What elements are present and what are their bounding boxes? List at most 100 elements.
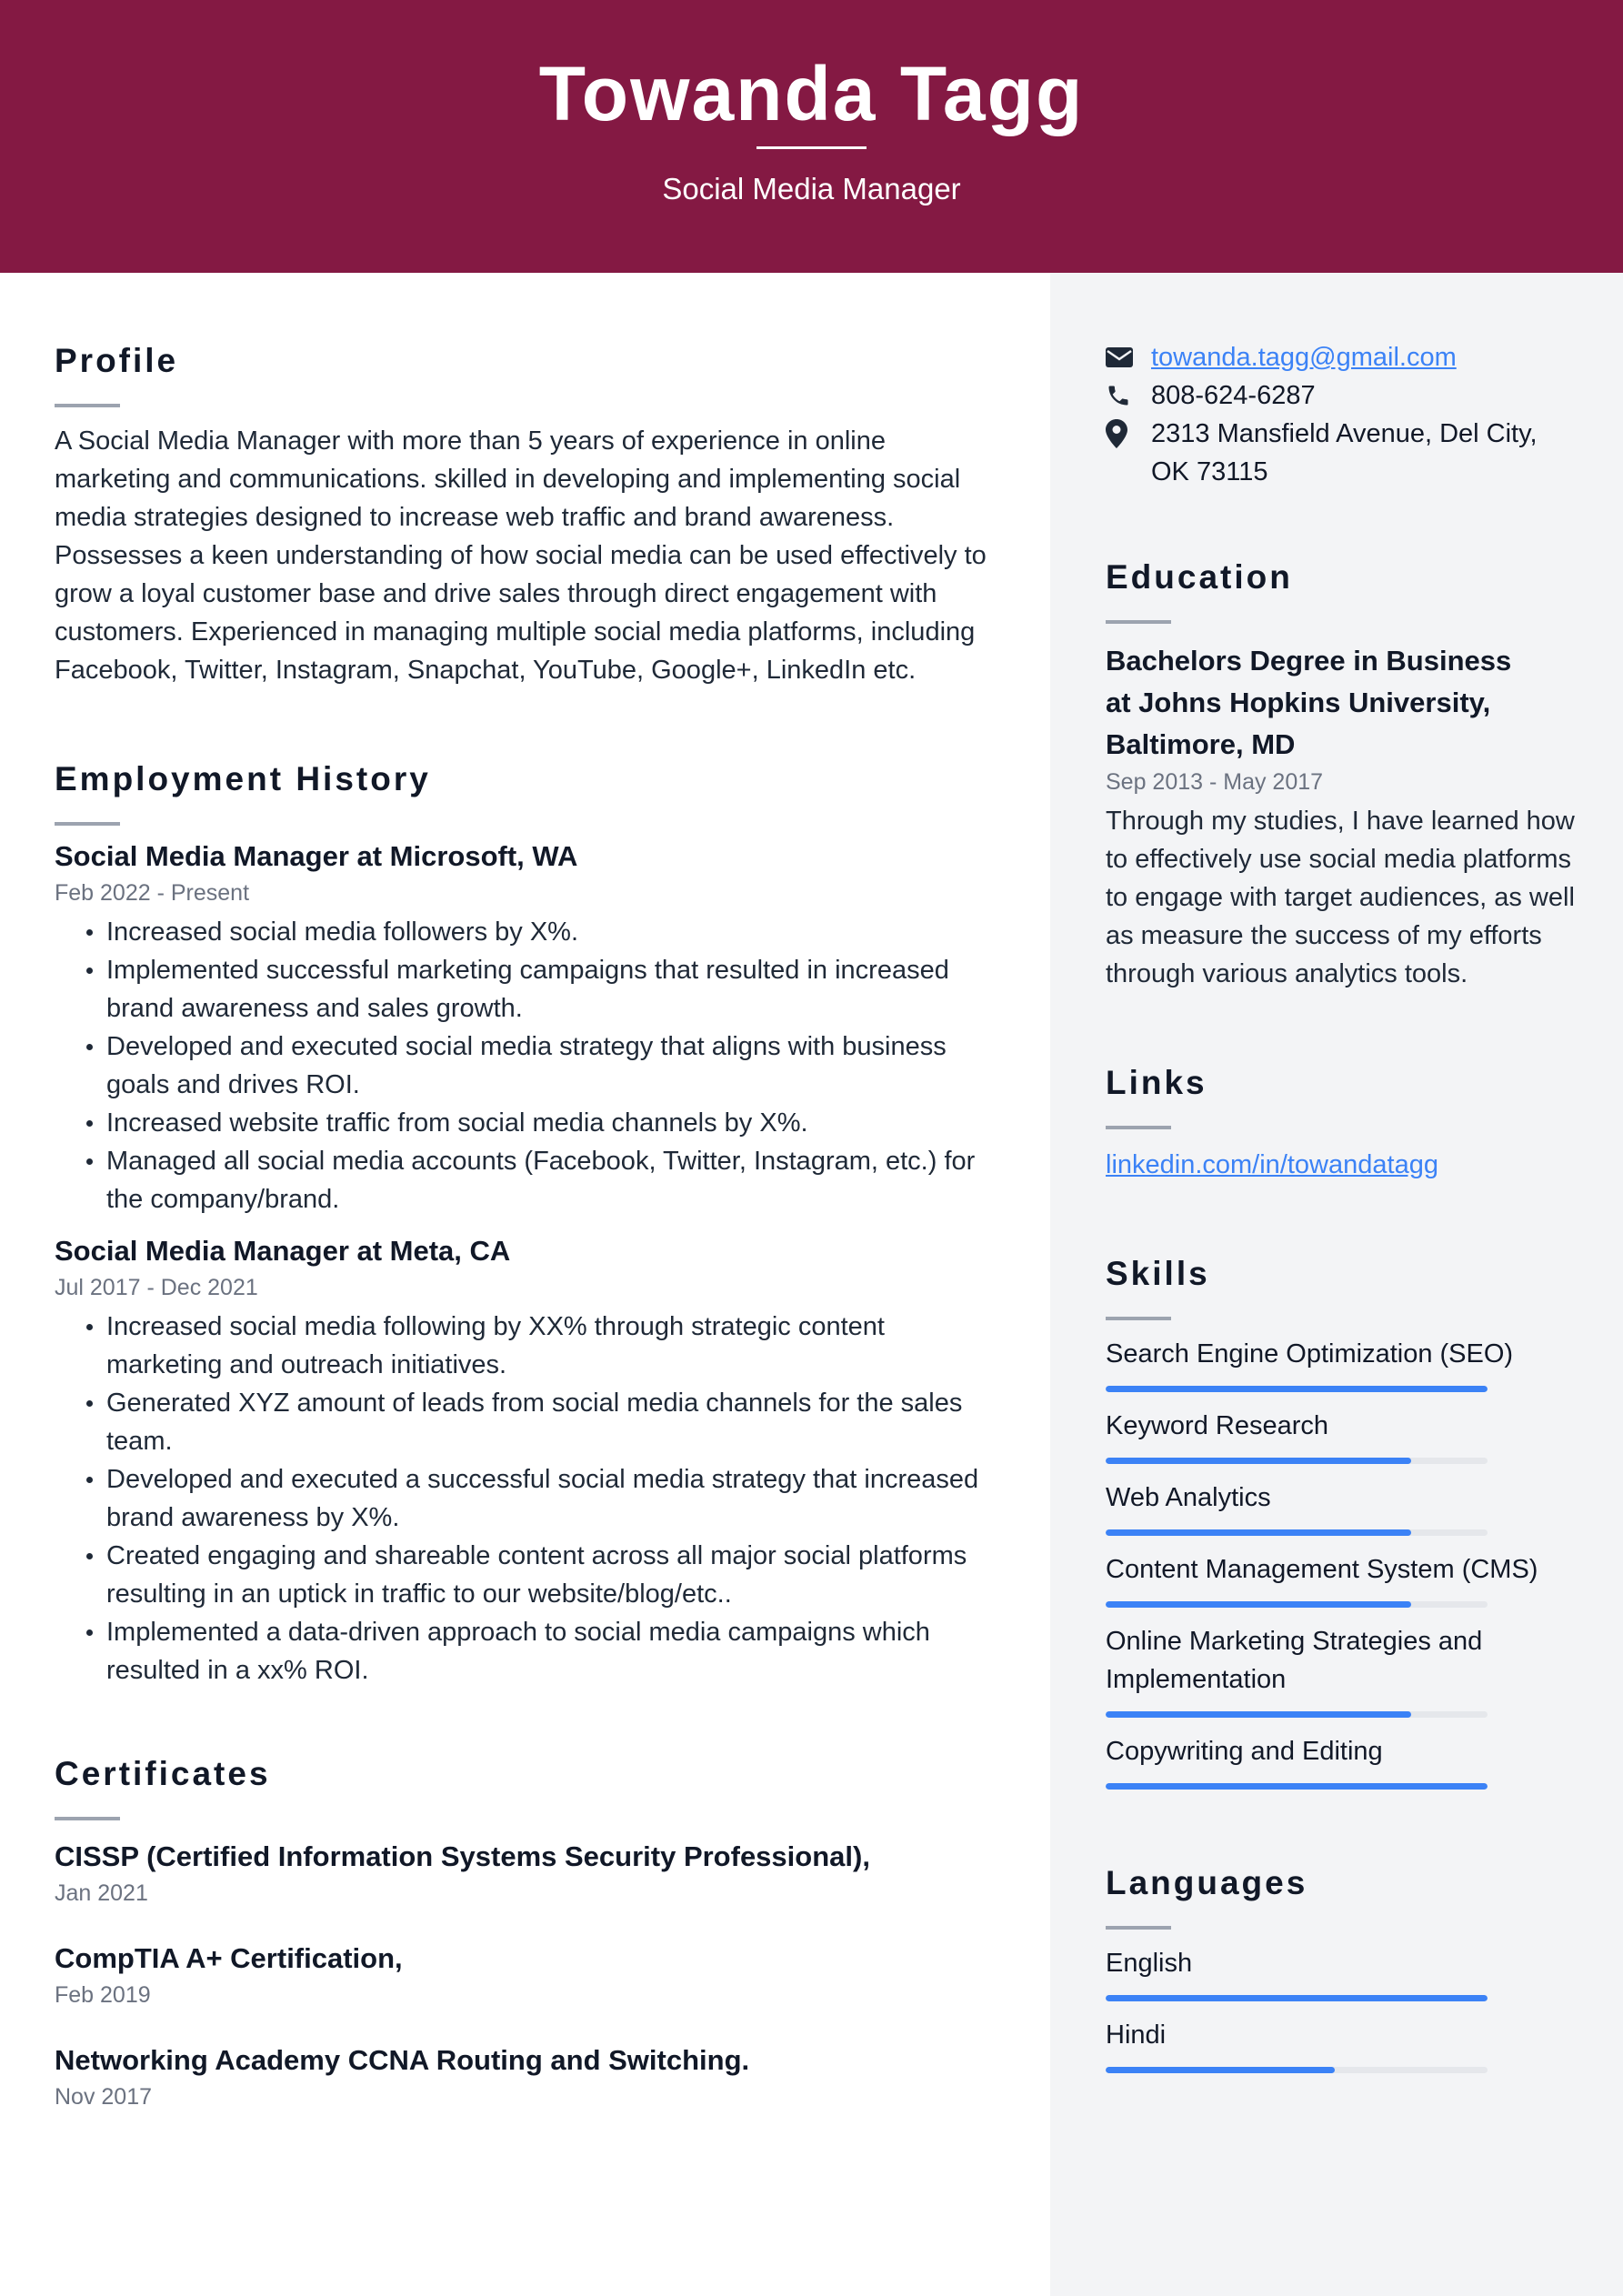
- certificate-date: Feb 2019: [55, 1982, 151, 2008]
- bullet-item: Created engaging and shareable content a…: [55, 1537, 991, 1613]
- education-dates: Sep 2013 - May 2017: [1106, 769, 1324, 795]
- level-fill: [1106, 1601, 1411, 1608]
- job-bullets: Increased social media followers by X%. I…: [55, 913, 991, 1218]
- section-heading: Certificates: [55, 1755, 271, 1792]
- certificate-entry: CISSP (Certified Information Systems Sec…: [55, 1837, 991, 1910]
- job-bullets: Increased social media following by XX% …: [55, 1308, 991, 1689]
- candidate-title: Social Media Manager: [662, 172, 961, 206]
- skill-label: Copywriting and Editing: [1106, 1737, 1383, 1766]
- heading-rule: [1106, 620, 1171, 624]
- skill-item: Web Analytics: [1106, 1479, 1578, 1536]
- certificates-section: Certificates CISSP (Certified Informatio…: [55, 1751, 991, 2113]
- skill-level-bar: [1106, 1711, 1488, 1718]
- envelope-icon: [1106, 338, 1151, 376]
- certificate-entry: CompTIA A+ Certification, Feb 2019: [55, 1939, 991, 2011]
- level-fill: [1106, 1711, 1411, 1718]
- section-heading: Education: [1106, 558, 1293, 596]
- language-label: Hindi: [1106, 2020, 1167, 2050]
- bullet-item: Developed and executed a successful soci…: [55, 1460, 991, 1537]
- language-level-bar: [1106, 2067, 1488, 2073]
- bullet-item: Generated XYZ amount of leads from socia…: [55, 1384, 991, 1460]
- skill-level-bar: [1106, 1386, 1488, 1392]
- section-heading: Profile: [55, 342, 179, 379]
- skill-label: Keyword Research: [1106, 1411, 1328, 1440]
- contact-address: 2313 Mansfield Avenue, Del City, OK 7311…: [1106, 415, 1578, 491]
- skill-item: Online Marketing Strategies and Implemen…: [1106, 1622, 1578, 1718]
- education-description: Through my studies, I have learned how t…: [1106, 807, 1575, 988]
- section-heading: Links: [1106, 1064, 1207, 1101]
- level-fill: [1106, 2067, 1335, 2073]
- language-list: English Hindi: [1106, 1944, 1578, 2073]
- languages-section: Languages English Hindi: [1106, 1860, 1578, 2073]
- certificate-title: CompTIA A+ Certification,: [55, 1942, 403, 1974]
- phone-number: 808-624-6287: [1151, 381, 1316, 410]
- level-fill: [1106, 1783, 1488, 1790]
- heading-rule: [1106, 1926, 1171, 1930]
- certificate-date: Nov 2017: [55, 2084, 153, 2110]
- heading-rule: [1106, 1317, 1171, 1320]
- certificate-title: CISSP (Certified Information Systems Sec…: [55, 1840, 870, 1872]
- language-item: Hindi: [1106, 2016, 1578, 2073]
- job-dates: Jul 2017 - Dec 2021: [55, 1275, 258, 1300]
- certificate-list: CISSP (Certified Information Systems Sec…: [55, 1837, 991, 2113]
- candidate-name: Towanda Tagg: [538, 51, 1085, 136]
- heading-rule: [55, 404, 120, 407]
- skill-level-bar: [1106, 1529, 1488, 1536]
- skill-level-bar: [1106, 1458, 1488, 1464]
- phone-icon: [1106, 376, 1151, 415]
- certificate-title: Networking Academy CCNA Routing and Swit…: [55, 2044, 750, 2076]
- contact-block: towanda.tagg@gmail.com 808-624-6287 2313…: [1106, 338, 1578, 491]
- employment-section: Employment History Social Media Manager …: [55, 757, 991, 1689]
- job-dates: Feb 2022 - Present: [55, 880, 250, 906]
- skill-item: Copywriting and Editing: [1106, 1732, 1578, 1790]
- address-text: 2313 Mansfield Avenue, Del City, OK 7311…: [1151, 419, 1538, 486]
- education-section: Education Bachelors Degree in Business a…: [1106, 555, 1578, 993]
- level-fill: [1106, 1529, 1411, 1536]
- skill-label: Search Engine Optimization (SEO): [1106, 1339, 1514, 1369]
- heading-rule: [55, 822, 120, 826]
- bullet-item: Increased social media following by XX% …: [55, 1308, 991, 1384]
- language-item: English: [1106, 1944, 1578, 2001]
- skill-label: Web Analytics: [1106, 1483, 1271, 1512]
- links-section: Links linkedin.com/in/towandatagg: [1106, 1060, 1578, 1184]
- bullet-item: Implemented successful marketing campaig…: [55, 951, 991, 1028]
- level-fill: [1106, 1995, 1488, 2001]
- sidebar: towanda.tagg@gmail.com 808-624-6287 2313…: [1106, 273, 1578, 2073]
- email-link[interactable]: towanda.tagg@gmail.com: [1151, 338, 1457, 376]
- bullet-item: Developed and executed social media stra…: [55, 1028, 991, 1104]
- profile-section: Profile A Social Media Manager with more…: [55, 338, 991, 689]
- bullet-item: Managed all social media accounts (Faceb…: [55, 1142, 991, 1218]
- skill-item: Keyword Research: [1106, 1407, 1578, 1464]
- skill-level-bar: [1106, 1783, 1488, 1790]
- level-fill: [1106, 1386, 1488, 1392]
- language-label: English: [1106, 1949, 1193, 1978]
- bullet-item: Increased website traffic from social me…: [55, 1104, 991, 1142]
- bullet-item: Implemented a data-driven approach to so…: [55, 1613, 991, 1689]
- skills-section: Skills Search Engine Optimization (SEO) K…: [1106, 1251, 1578, 1790]
- map-pin-icon: [1106, 415, 1151, 453]
- heading-rule: [1106, 1126, 1171, 1129]
- job-title: Social Media Manager at Microsoft, WA: [55, 840, 578, 872]
- job-list: Social Media Manager at Microsoft, WA Feb…: [55, 837, 991, 1689]
- section-heading: Languages: [1106, 1864, 1308, 1901]
- linkedin-link[interactable]: linkedin.com/in/towandatagg: [1106, 1150, 1438, 1179]
- section-heading: Skills: [1106, 1255, 1210, 1292]
- certificate-date: Jan 2021: [55, 1880, 148, 1906]
- header-divider: [756, 146, 867, 149]
- level-fill: [1106, 1458, 1411, 1464]
- degree-title: Bachelors Degree in Business at Johns Ho…: [1106, 645, 1512, 760]
- language-level-bar: [1106, 1995, 1488, 2001]
- skill-label: Online Marketing Strategies and Implemen…: [1106, 1627, 1483, 1694]
- skill-list: Search Engine Optimization (SEO) Keyword …: [1106, 1335, 1578, 1790]
- skill-item: Content Management System (CMS): [1106, 1550, 1578, 1608]
- contact-email: towanda.tagg@gmail.com: [1106, 338, 1578, 376]
- heading-rule: [55, 1817, 120, 1820]
- job-entry: Social Media Manager at Meta, CA Jul 2017…: [55, 1231, 991, 1689]
- contact-phone: 808-624-6287: [1106, 376, 1578, 415]
- job-entry: Social Media Manager at Microsoft, WA Feb…: [55, 837, 991, 1218]
- certificate-entry: Networking Academy CCNA Routing and Swit…: [55, 2040, 991, 2113]
- skill-level-bar: [1106, 1601, 1488, 1608]
- bullet-item: Increased social media followers by X%.: [55, 913, 991, 951]
- job-title: Social Media Manager at Meta, CA: [55, 1235, 511, 1267]
- skill-item: Search Engine Optimization (SEO): [1106, 1335, 1578, 1392]
